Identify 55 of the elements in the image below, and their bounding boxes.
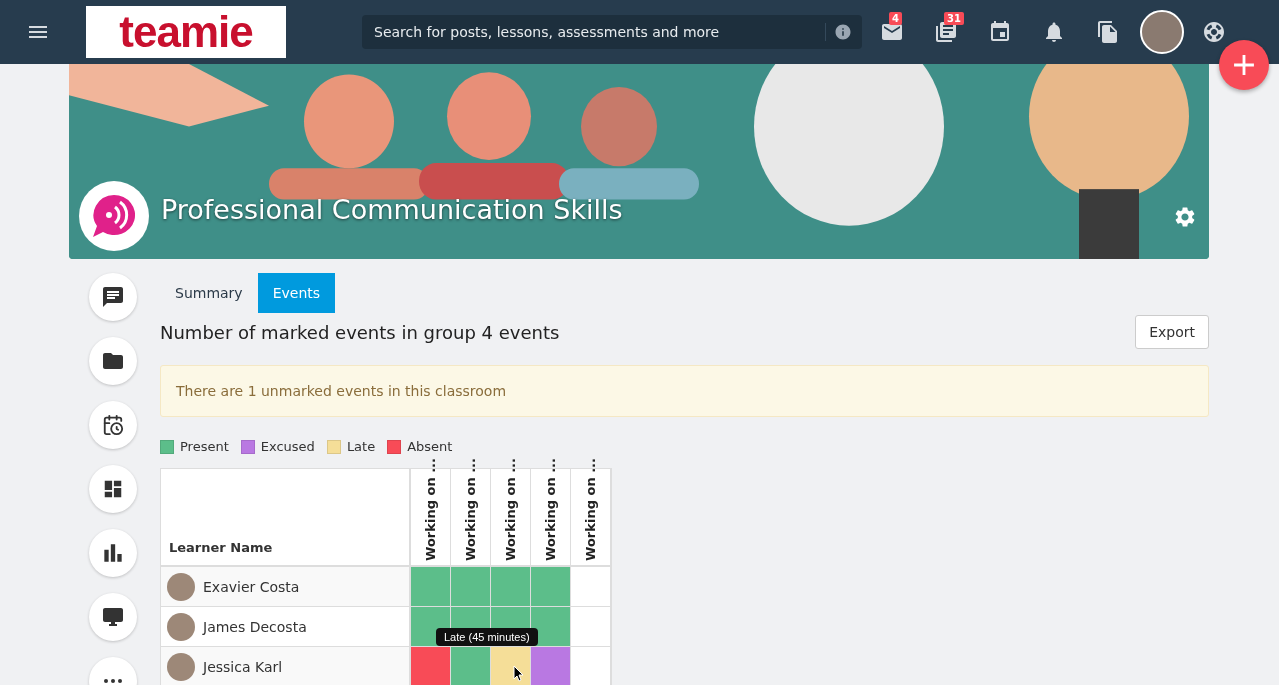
more-icon	[104, 679, 122, 683]
folder-button[interactable]	[89, 337, 137, 385]
legend-label: Excused	[260, 439, 315, 454]
chart-button[interactable]	[89, 529, 137, 577]
column-header: Working on ...	[503, 458, 518, 561]
info-icon[interactable]	[834, 23, 852, 41]
attendance-cell[interactable]	[571, 607, 611, 647]
monitor-button[interactable]	[89, 593, 137, 641]
chat-button[interactable]	[89, 273, 137, 321]
attendance-cell[interactable]	[491, 567, 531, 607]
attendance-cell[interactable]	[451, 567, 491, 607]
column-header: Working on ...	[543, 458, 558, 561]
avatar	[167, 652, 195, 681]
notice-message: There are 1 unmarked events in this classroom	[160, 365, 1209, 417]
attendance-cell[interactable]	[531, 607, 571, 647]
attendance-cell[interactable]	[411, 567, 451, 607]
tooltip: Late (45 minutes)	[436, 628, 538, 646]
column-header: Working on ...	[463, 458, 478, 561]
learner-name: Jessica Karl	[203, 658, 283, 675]
legend-label: Late	[346, 439, 376, 454]
chat-icon	[101, 285, 125, 309]
dashboard-icon	[102, 478, 124, 500]
user-avatar[interactable]	[1140, 10, 1184, 54]
count-badge: 4	[889, 12, 902, 25]
attendance-cell[interactable]	[491, 647, 531, 685]
attendance-cell[interactable]	[531, 647, 571, 685]
add-button[interactable]	[1219, 40, 1269, 90]
settings-icon[interactable]	[1173, 205, 1197, 229]
count-badge: 31	[944, 12, 964, 25]
attendance-cell[interactable]	[531, 567, 571, 607]
search-field[interactable]: Search for posts, lessons, assessments and more	[362, 15, 862, 49]
monitor-icon	[101, 605, 125, 629]
export-button[interactable]: Export	[1135, 315, 1209, 349]
column-header: Working on ...	[423, 458, 438, 561]
attendance-cell[interactable]	[571, 567, 611, 607]
learner-name: James Decosta	[203, 618, 307, 635]
attendance-cell[interactable]	[451, 647, 491, 685]
calendar-icon[interactable]	[988, 20, 1012, 44]
course-title: Professional Communication Skills	[161, 194, 624, 225]
cursor-icon	[513, 665, 525, 682]
logo[interactable]: teamie	[86, 6, 286, 58]
attendance-cell[interactable]	[411, 647, 451, 685]
tab[interactable]: Summary	[160, 273, 258, 313]
help-icon[interactable]	[1202, 20, 1226, 44]
legend-label: Present	[180, 439, 229, 454]
avatar	[167, 612, 195, 641]
legend-label: Absent	[407, 439, 453, 454]
avatar	[167, 572, 195, 601]
learner-name: Exavier Costa	[203, 578, 300, 595]
documents-icon[interactable]	[1096, 20, 1120, 44]
dashboard-button[interactable]	[89, 465, 137, 513]
calendar-button[interactable]	[89, 401, 137, 449]
calendar-clock-icon	[102, 414, 124, 436]
column-header: Working on ...	[583, 458, 598, 561]
events-heading: Number of marked events in group 4 events	[160, 321, 560, 343]
